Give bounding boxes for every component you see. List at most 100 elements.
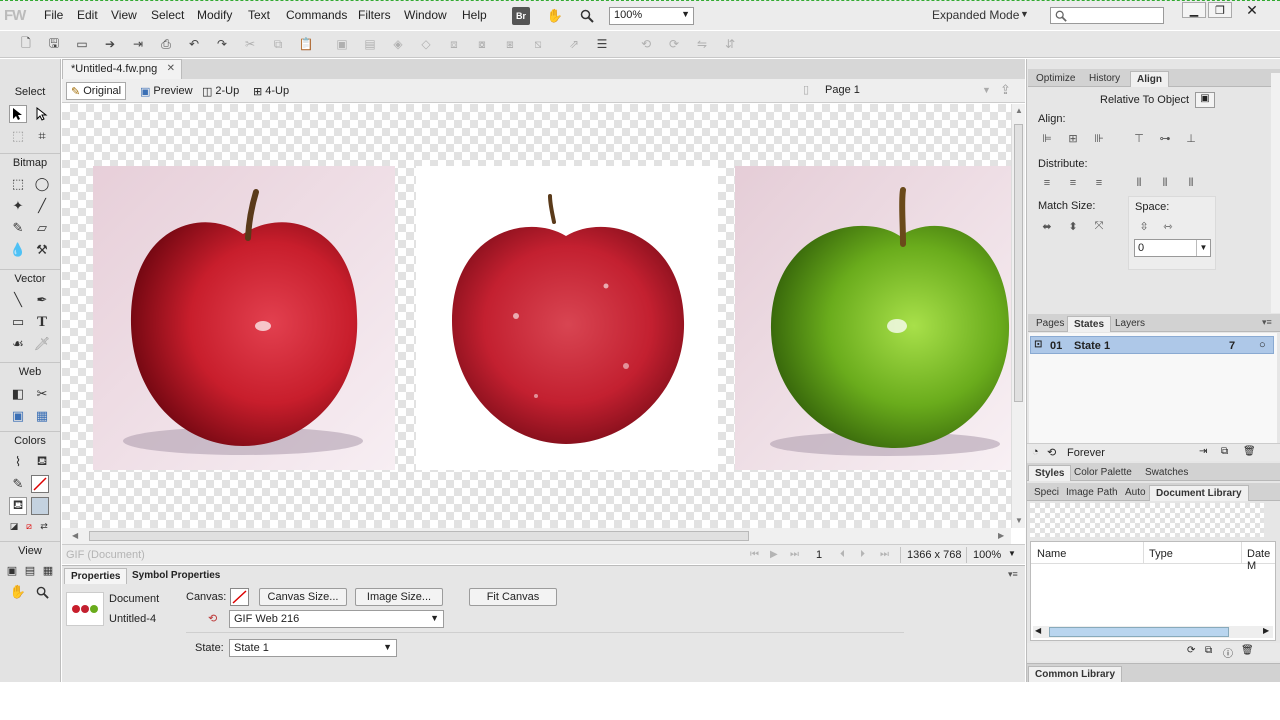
menu-commands[interactable]: Commands — [286, 8, 347, 22]
library-hscrollbar[interactable]: ◀ ▶ — [1033, 626, 1273, 638]
canvas-color-swatch[interactable] — [230, 588, 249, 606]
split-icon[interactable]: ◇ — [418, 36, 434, 52]
align-left-icon[interactable]: ⊫ — [1039, 131, 1055, 145]
image-size-button[interactable]: Image Size... — [355, 588, 443, 606]
status-zoom[interactable]: 100% — [966, 547, 1007, 563]
refresh-icon[interactable]: ⟳ — [1187, 645, 1195, 656]
menu-help[interactable]: Help — [462, 8, 487, 22]
tab-2up[interactable]: ◫ 2-Up — [198, 82, 243, 100]
panel-menu-icon[interactable]: ▾≡ — [1262, 317, 1272, 328]
document-dimensions[interactable]: 1366 x 768 — [900, 547, 967, 563]
open-icon[interactable]: ▭ — [74, 36, 90, 52]
magic-wand-icon[interactable]: ✦ — [9, 197, 27, 215]
distribute-right-icon[interactable]: ⦀ — [1183, 176, 1199, 190]
first-frame-icon[interactable]: ⏮ — [750, 549, 759, 560]
end-frame-icon[interactable]: ⏭ — [880, 549, 889, 560]
tab-auto[interactable]: Auto — [1119, 485, 1152, 501]
space-input[interactable]: 0 ▼ — [1134, 239, 1211, 257]
text-tool-icon[interactable]: T — [33, 313, 51, 331]
match-both-icon[interactable]: ⤧ — [1091, 219, 1107, 233]
green-apple-image[interactable] — [735, 166, 1011, 470]
tab-document-library[interactable]: Document Library — [1149, 485, 1249, 501]
menu-filters[interactable]: Filters — [358, 8, 391, 22]
stroke-color-icon[interactable]: ✎ — [9, 475, 27, 493]
column-type[interactable]: Type — [1149, 548, 1173, 560]
hand-icon[interactable]: ✋ — [546, 7, 564, 25]
minimize-icon[interactable]: ▁ — [1182, 2, 1206, 18]
align-center-v-icon[interactable]: ⊶ — [1157, 131, 1173, 145]
distribute-bottom-icon[interactable]: ≡ — [1091, 176, 1107, 190]
tab-states[interactable]: States — [1067, 316, 1112, 332]
lasso-tool-icon[interactable]: ◯ — [33, 175, 51, 193]
red-apple-wet-image[interactable] — [416, 166, 718, 470]
chevron-down-icon[interactable]: ▼ — [982, 85, 991, 95]
export-icon[interactable]: ⇥ — [130, 36, 146, 52]
tab-swatches[interactable]: Swatches — [1139, 465, 1194, 481]
workspace-mode[interactable]: Expanded Mode — [932, 8, 1019, 22]
tab-properties[interactable]: Properties — [64, 568, 128, 584]
menu-select[interactable]: Select — [151, 8, 184, 22]
send-back-icon[interactable]: ⧅ — [530, 36, 546, 52]
tab-optimize[interactable]: Optimize — [1030, 71, 1081, 87]
relative-to-object-button[interactable]: ▣ — [1195, 92, 1215, 108]
state-onion-icon[interactable]: ○ — [1259, 339, 1266, 351]
rectangle-tool-icon[interactable]: ▭ — [9, 313, 27, 331]
tab-symbol-properties[interactable]: Symbol Properties — [126, 568, 226, 584]
tab-history[interactable]: History — [1083, 71, 1126, 87]
restore-icon[interactable]: ❐ — [1208, 2, 1232, 18]
symbol-properties-icon[interactable]: ⓘ — [1223, 645, 1233, 660]
print-icon[interactable]: ⎙ — [158, 36, 174, 52]
space-vertical-icon[interactable]: ⇳ — [1136, 219, 1152, 233]
scroll-right-icon[interactable]: ▶ — [998, 531, 1004, 540]
tab-styles[interactable]: Styles — [1028, 465, 1072, 481]
save-icon[interactable]: 🖫 — [46, 36, 62, 52]
zoom-icon[interactable] — [578, 7, 596, 25]
paint-bucket-icon[interactable]: ⛾ — [33, 453, 51, 471]
menu-file[interactable]: File — [44, 8, 63, 22]
close-icon[interactable]: ✕ — [167, 63, 175, 74]
last-frame-icon[interactable]: ⏭ — [790, 549, 799, 560]
distribute-center-h-icon[interactable]: ⦀ — [1157, 176, 1173, 190]
ungroup-icon[interactable]: ▤ — [362, 36, 378, 52]
canvas[interactable] — [62, 104, 1011, 528]
scroll-thumb[interactable] — [1049, 627, 1229, 637]
prev-frame-icon[interactable]: ⏴ — [840, 549, 845, 560]
vertical-scrollbar[interactable]: ▲ ▼ — [1011, 104, 1025, 528]
rotate-right-icon[interactable]: ⟳ — [666, 36, 682, 52]
zoom-select[interactable]: 100% ▼ — [609, 7, 694, 25]
marquee-tool-icon[interactable]: ⬚ — [9, 175, 27, 193]
canvas-size-button[interactable]: Canvas Size... — [259, 588, 347, 606]
menu-window[interactable]: Window — [404, 8, 447, 22]
blur-tool-icon[interactable]: 💧 — [9, 241, 27, 259]
rotate-left-icon[interactable]: ⟲ — [638, 36, 654, 52]
scroll-up-icon[interactable]: ▲ — [1015, 106, 1023, 115]
swap-colors-icon[interactable]: ⇄ — [37, 519, 51, 533]
column-date[interactable]: Date M — [1247, 548, 1275, 572]
match-height-icon[interactable]: ⬍ — [1065, 219, 1081, 233]
tab-4up[interactable]: ⊞ 4-Up — [249, 82, 293, 100]
knife-tool-icon[interactable]: 🗡 — [33, 335, 51, 353]
chevron-down-icon[interactable]: ▼ — [1008, 549, 1016, 558]
new-symbol-icon[interactable]: ⧉ — [1205, 645, 1212, 656]
play-icon[interactable]: ▶ — [770, 549, 778, 560]
tab-color-palette[interactable]: Color Palette — [1068, 465, 1138, 481]
align-right-icon[interactable]: ⊪ — [1091, 131, 1107, 145]
hide-slices-icon[interactable]: ▣ — [9, 407, 27, 425]
hand-tool-icon[interactable]: ✋ — [9, 583, 27, 601]
default-colors-icon[interactable]: ◪ — [7, 519, 21, 533]
horizontal-scrollbar[interactable]: ◀ ▶ — [62, 528, 1011, 544]
duplicate-state-icon[interactable]: ⧉ — [1221, 446, 1228, 457]
group-icon[interactable]: ▣ — [334, 36, 350, 52]
scroll-left-icon[interactable]: ◀ — [72, 531, 78, 540]
palette-select[interactable]: GIF Web 216 ▼ — [229, 610, 444, 628]
state-row[interactable]: ⊡ 01 State 1 7 ○ — [1030, 336, 1274, 354]
brush-tool-icon[interactable]: ╱ — [33, 197, 51, 215]
crop-tool-icon[interactable]: ⌗ — [33, 127, 51, 145]
distribute-left-icon[interactable]: ⦀ — [1131, 176, 1147, 190]
subselect-tool-icon[interactable] — [33, 105, 51, 123]
scale-tool-icon[interactable]: ⬚ — [9, 127, 27, 145]
full-screen-icon[interactable]: ▦ — [39, 561, 57, 579]
standard-screen-icon[interactable]: ▣ — [3, 561, 21, 579]
document-tab[interactable]: *Untitled-4.fw.png ✕ — [62, 59, 182, 79]
pen-tool-icon[interactable]: ✒ — [33, 291, 51, 309]
